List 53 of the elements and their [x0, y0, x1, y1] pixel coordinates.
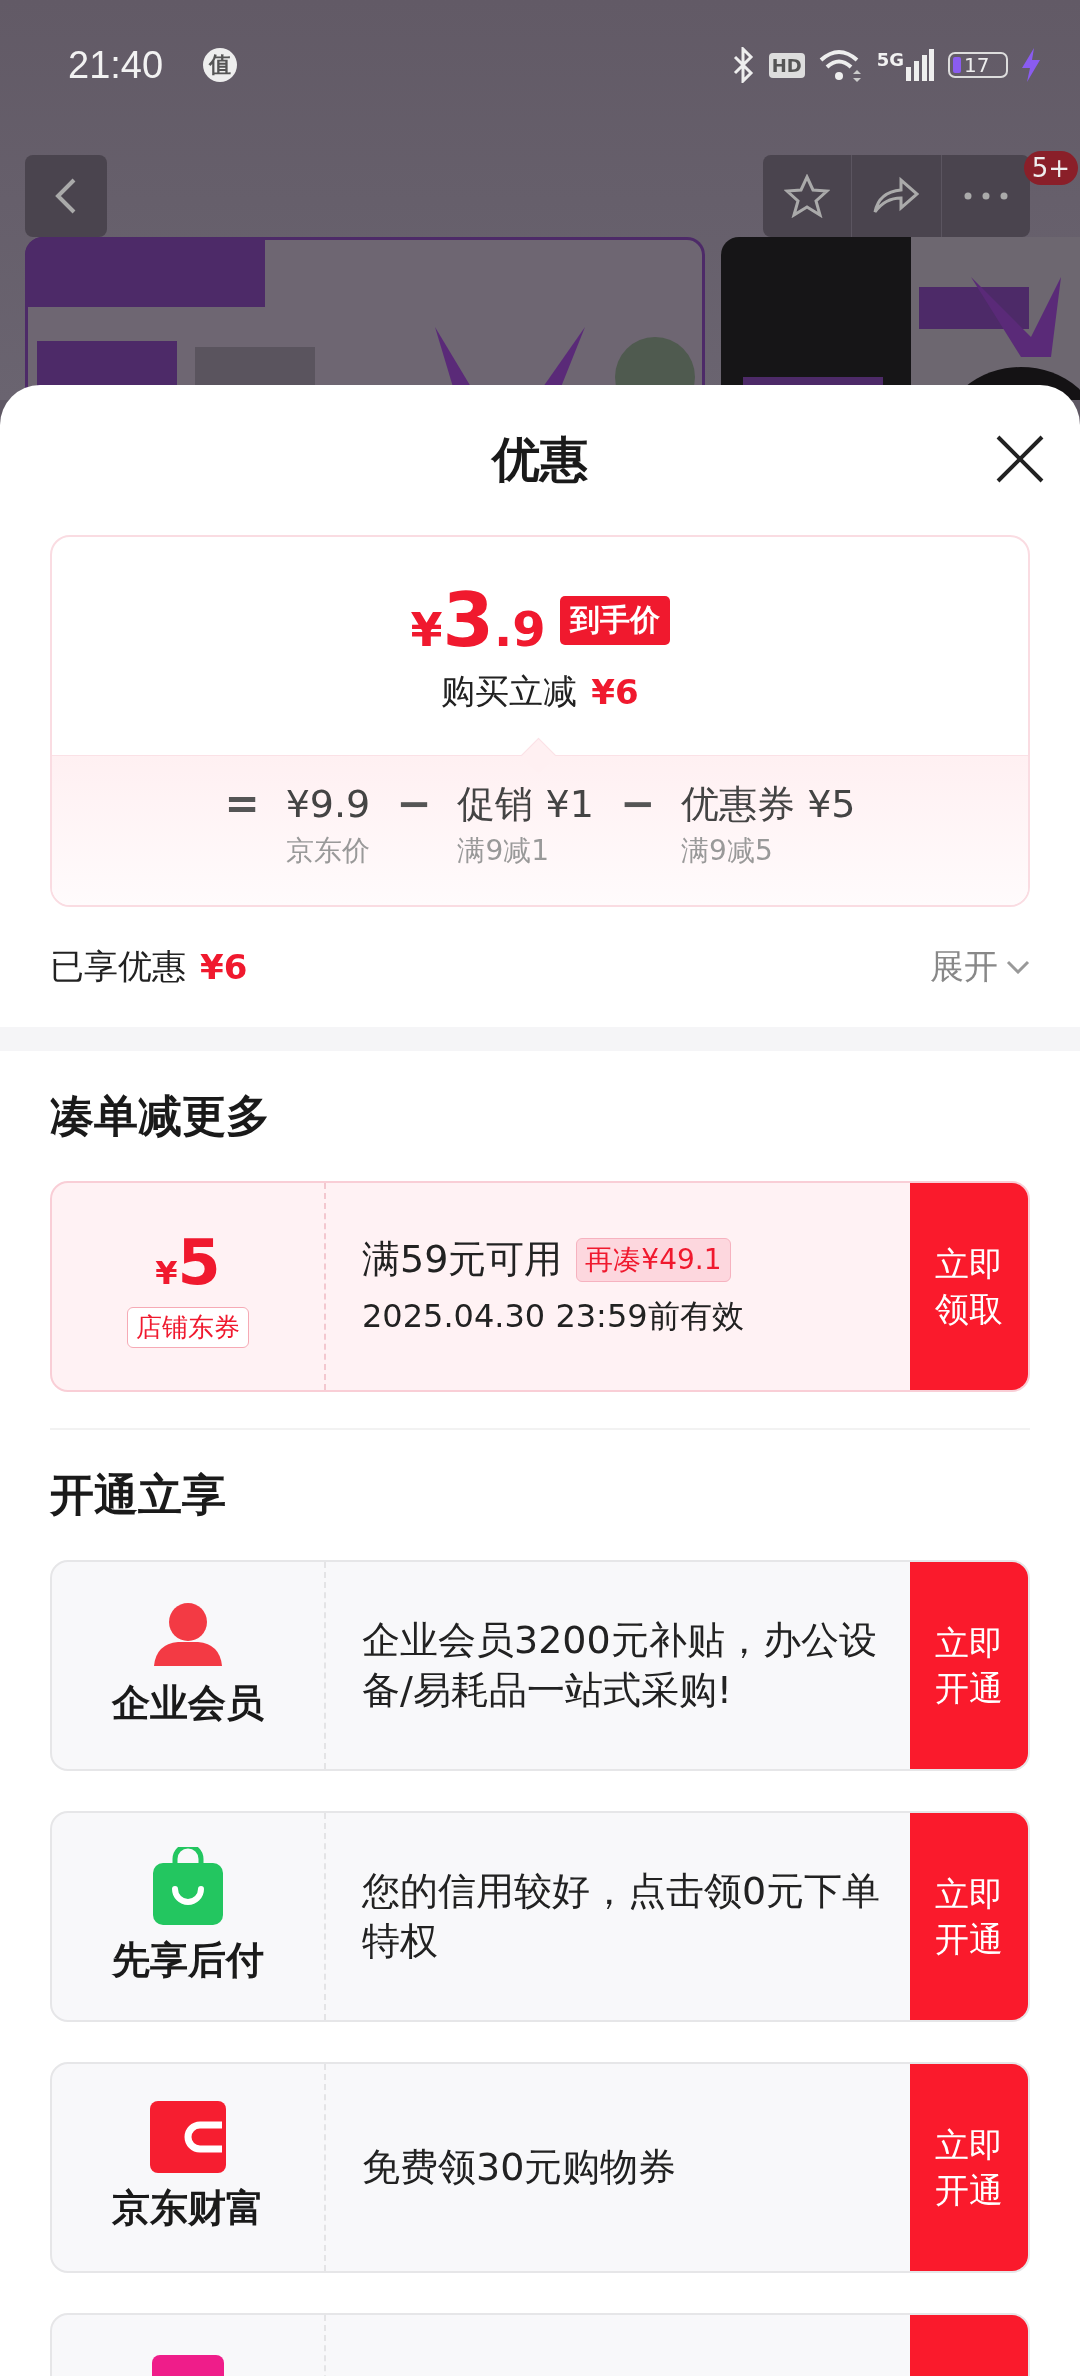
app-notification-icon: 值 [203, 48, 238, 82]
back-icon [54, 176, 78, 216]
final-price: ¥3.9 [410, 577, 546, 663]
operator: − [396, 780, 432, 828]
offer-name: 京东财富 [112, 2185, 264, 2232]
hd-icon: HD [768, 52, 805, 78]
coupon-amount: ¥5 [155, 1225, 221, 1299]
remaining-amount-tag: 再凑¥49.1 [576, 1237, 731, 1282]
breakdown-value: 促销 ¥1 [457, 781, 594, 828]
operator: − [619, 780, 656, 828]
activate-button[interactable]: 立即开通 [910, 2064, 1028, 2271]
price-tag: 到手价 [559, 595, 670, 645]
breakdown-note: 满9减1 [457, 833, 551, 869]
offer-description: 您的信用较好，点击领0元下单特权 [362, 1868, 882, 1965]
breakdown-note: 满9减5 [681, 833, 774, 869]
activate-button[interactable]: 立即开通 [910, 1813, 1028, 2020]
offer-description: 企业会员3200元补贴，办公设备/易耗品一站式采购! [362, 1617, 878, 1714]
offer-name: 先享后付 [112, 1937, 264, 1984]
coupon-validity: 2025.04.30 23:59前有效 [362, 1296, 745, 1337]
more-icon [963, 192, 1008, 200]
breakdown-value: ¥9.9 [285, 781, 371, 828]
saving-amount: ¥6 [591, 672, 639, 712]
network-type: 5G [876, 49, 904, 70]
person-icon [152, 1602, 224, 1668]
expand-button[interactable]: 展开 [930, 944, 1030, 990]
enjoyed-amount: ¥6 [200, 947, 248, 987]
shopping-bag-icon [153, 1847, 223, 1925]
charging-icon [1022, 48, 1040, 82]
chevron-down-icon [1006, 960, 1030, 974]
wifi-icon [818, 48, 863, 82]
claim-button[interactable]: 立即领取 [910, 1183, 1028, 1390]
operator: = [224, 780, 260, 828]
saving-label: 购买立减 [441, 670, 578, 713]
section-title: 凑单减更多 [50, 1088, 271, 1143]
breakdown-note: 京东价 [285, 833, 371, 869]
section-title: 开通立享 [50, 1467, 227, 1522]
notification-badge: 5+ [1023, 151, 1078, 185]
breakdown-value: 优惠券 ¥5 [681, 781, 856, 828]
activate-button[interactable]: 立即开通 [910, 1562, 1028, 1769]
sheet-title: 优惠 [492, 430, 588, 489]
back-button[interactable] [25, 155, 107, 237]
status-time: 21:40 [68, 43, 164, 87]
signal-icon [906, 49, 934, 81]
wallet-icon [150, 2101, 226, 2173]
share-icon [871, 176, 922, 216]
star-icon [784, 174, 831, 218]
offer-description: 免费领30元购物券 [362, 2143, 677, 2191]
enjoyed-label: 已享优惠 [50, 945, 186, 988]
coupon-type: 店铺东券 [127, 1306, 249, 1348]
bluetooth-icon [732, 47, 755, 83]
offer-name: 企业会员 [112, 1680, 264, 1727]
battery-icon: 17 [948, 52, 1008, 78]
coupon-condition: 满59元可用 [362, 1236, 563, 1283]
